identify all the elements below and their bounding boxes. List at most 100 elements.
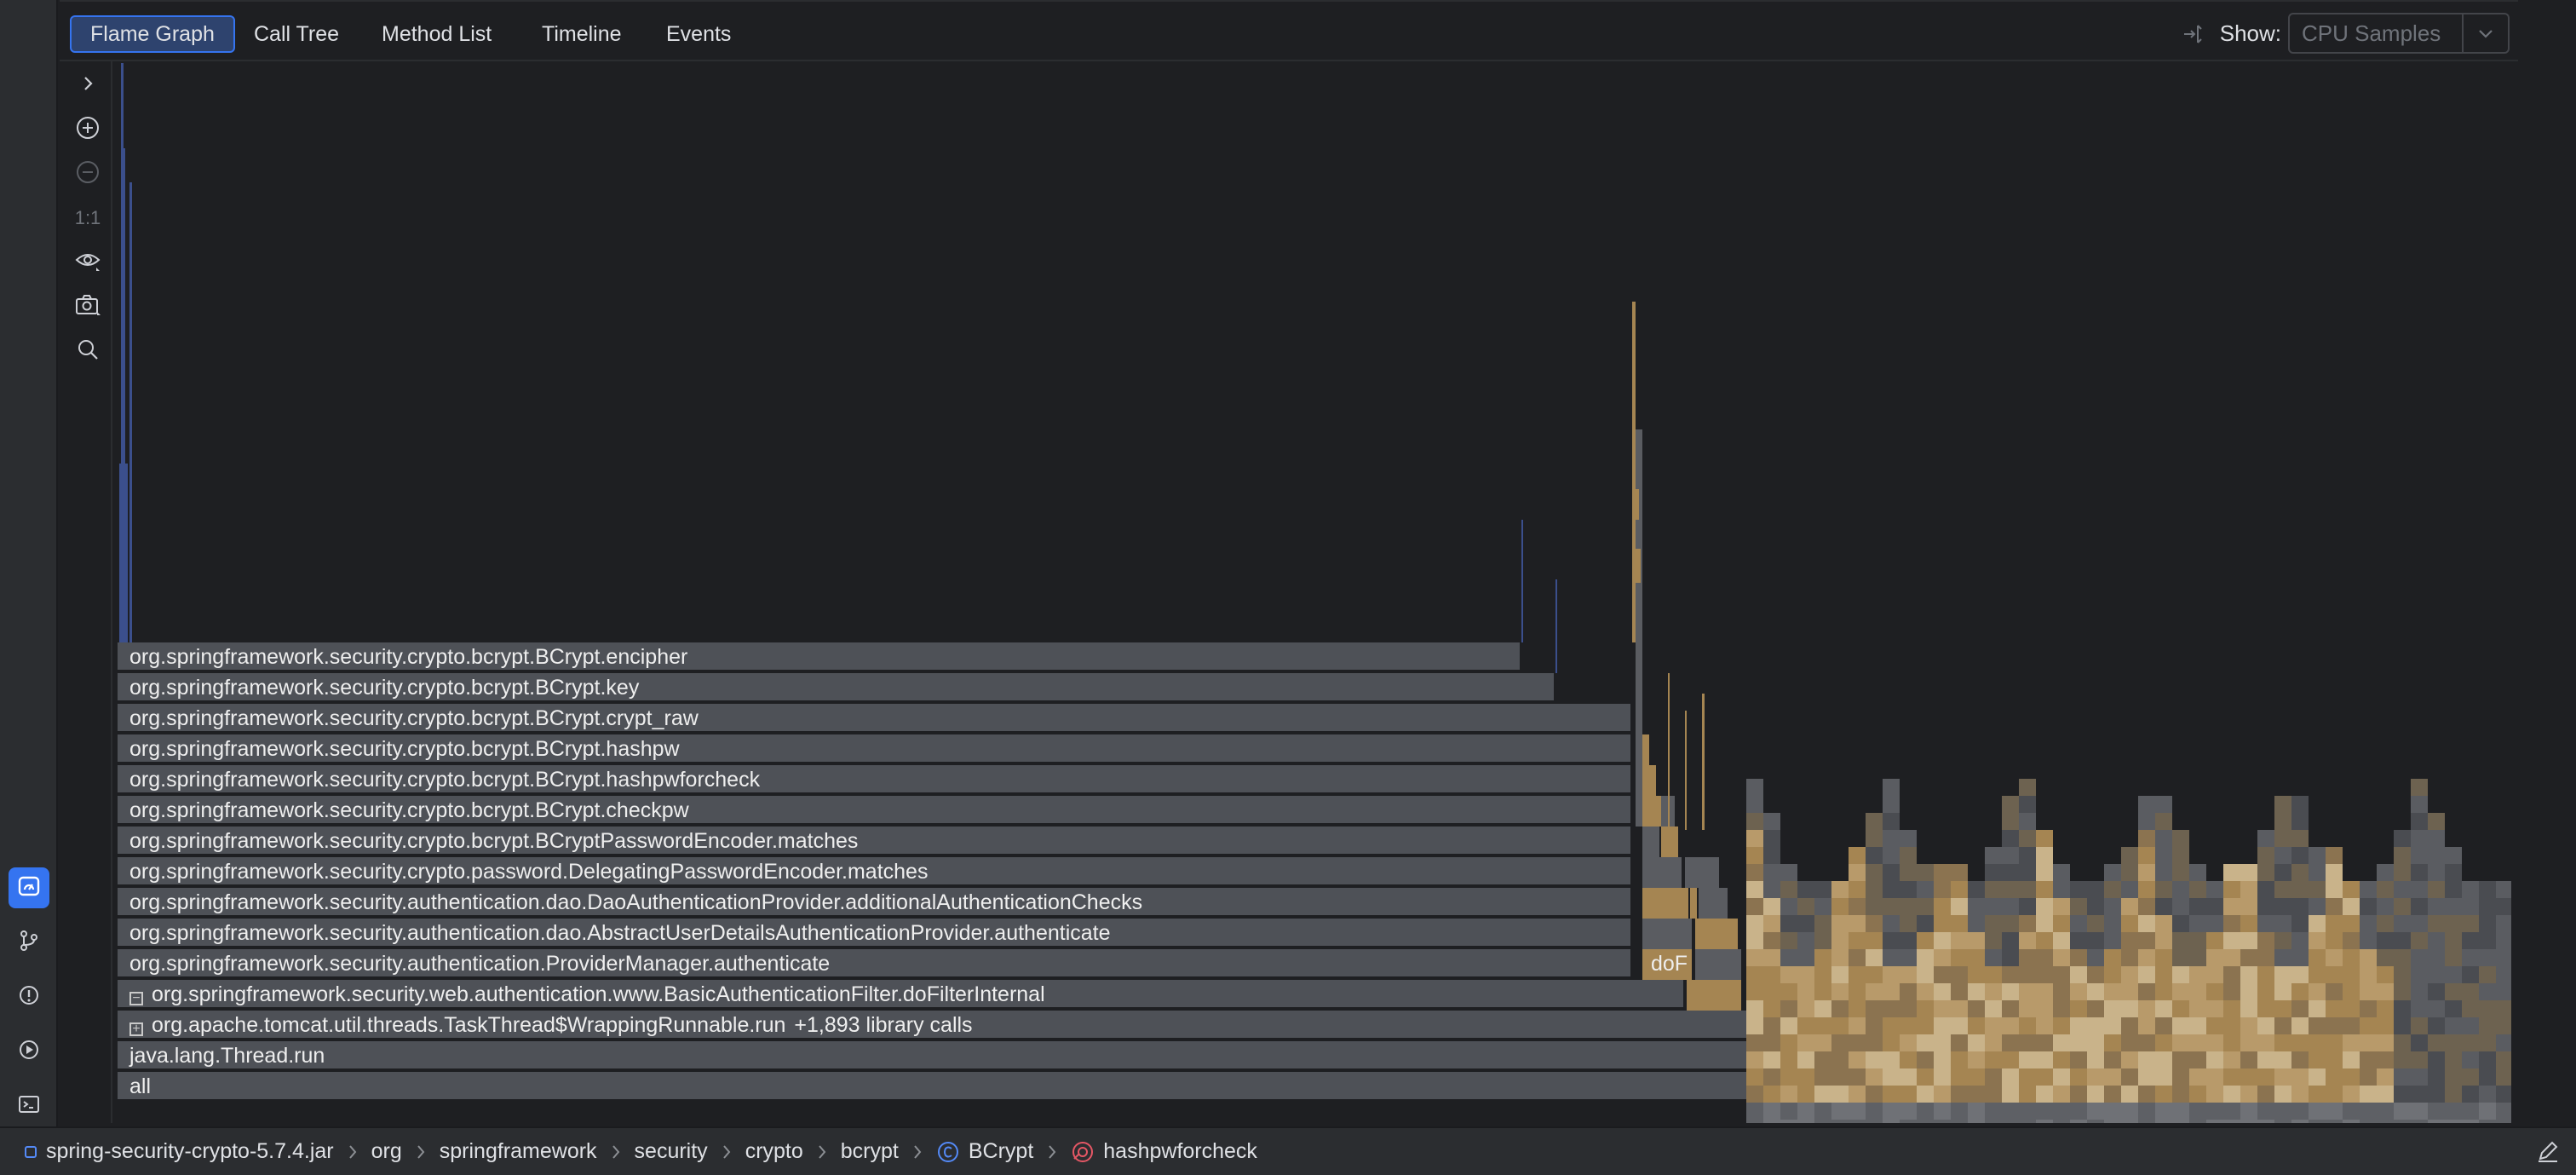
pixelated-region [1746, 711, 2511, 1123]
breadcrumb-item[interactable]: springframework [440, 1139, 597, 1164]
flame-frame-small[interactable] [1695, 919, 1738, 949]
chevron-right-icon [817, 1143, 827, 1161]
screenshot-button[interactable] [65, 288, 111, 325]
flame-frame-small[interactable] [121, 63, 124, 642]
search-button[interactable] [65, 332, 111, 370]
method-recursion-icon [1071, 1140, 1095, 1164]
flame-frame[interactable]: org.springframework.security.authenticat… [118, 888, 1632, 917]
actual-size-label: 1:1 [74, 207, 101, 228]
flame-frame-label: org.springframework.security.authenticat… [129, 921, 1111, 945]
zoom-out-button[interactable] [65, 155, 111, 193]
breadcrumb-label: bcrypt [840, 1139, 899, 1163]
tab-events[interactable]: Events [647, 15, 750, 53]
profiler-tool-button[interactable] [9, 867, 49, 908]
flame-frame[interactable]: org.springframework.security.crypto.bcry… [118, 704, 1632, 733]
flame-frame-label: org.springframework.security.authenticat… [129, 890, 1143, 914]
flame-frame-label: org.springframework.security.web.authent… [152, 982, 1045, 1006]
tab-flame-graph[interactable]: Flame Graph [70, 15, 235, 53]
collapse-arrows-icon[interactable] [2181, 20, 2211, 46]
flame-frame[interactable]: org.springframework.security.crypto.bcry… [118, 642, 1521, 671]
flame-frame-label: org.springframework.security.crypto.bcry… [129, 768, 761, 792]
flame-frame-small[interactable] [1642, 765, 1656, 796]
flame-frame-small[interactable] [1642, 796, 1661, 827]
profiler-panel: Flame Graph Call Tree Method List Timeli… [60, 0, 2518, 1123]
flame-frame[interactable]: org.springframework.security.crypto.bcry… [118, 765, 1632, 794]
profiler-window: Flame Graph Call Tree Method List Timeli… [0, 0, 2576, 1175]
flame-frame-small[interactable] [1668, 673, 1670, 827]
terminal-tool-button[interactable] [9, 1086, 49, 1126]
flame-frame-small[interactable] [1690, 888, 1697, 919]
flame-frame[interactable]: org.springframework.security.crypto.bcry… [118, 673, 1555, 702]
breadcrumb-label: springframework [439, 1139, 597, 1163]
expand-icon[interactable]: + [129, 1022, 143, 1036]
git-tool-button[interactable] [9, 922, 49, 963]
flame-frame-small[interactable] [1661, 827, 1678, 857]
flame-frame-small[interactable] [1685, 711, 1687, 830]
flame-frame-label: org.springframework.security.crypto.bcry… [129, 737, 680, 761]
flame-frame[interactable]: org.springframework.security.crypto.bcry… [118, 796, 1632, 825]
flame-frame-small[interactable] [1699, 888, 1728, 919]
chevron-right-icon [912, 1143, 923, 1161]
breadcrumb-item[interactable]: hashpwforcheck [1071, 1139, 1257, 1164]
show-dropdown[interactable]: CPU Samples [2288, 13, 2510, 54]
breadcrumb-label: hashpwforcheck [1103, 1139, 1257, 1163]
edit-pencil-icon[interactable] [2535, 1138, 2561, 1168]
flame-frame-label: org.springframework.security.crypto.bcry… [129, 676, 640, 700]
breadcrumb-item[interactable]: security [635, 1139, 708, 1164]
breadcrumb-item[interactable]: BCrypt [936, 1139, 1033, 1164]
breadcrumb-item[interactable]: spring-security-crypto-5.7.4.jar [24, 1139, 334, 1164]
show-label: Show: [2219, 20, 2281, 46]
zoom-in-button[interactable] [65, 111, 111, 148]
tab-timeline[interactable]: Timeline [523, 15, 641, 53]
git-branch-icon [17, 929, 41, 957]
flame-frame-label: java.lang.Thread.run [129, 1044, 325, 1068]
flame-frame-small[interactable] [1555, 579, 1557, 673]
eye-icon [74, 249, 101, 277]
chevron-right-icon [611, 1143, 621, 1161]
services-tool-button[interactable] [9, 1031, 49, 1072]
flame-frame-small[interactable] [1642, 919, 1692, 949]
breadcrumb-item[interactable]: bcrypt [841, 1139, 899, 1164]
flame-frame-small[interactable] [1634, 489, 1639, 520]
flame-frame-small[interactable] [1642, 857, 1682, 888]
actual-size-button[interactable]: 1:1 [65, 199, 111, 237]
tab-call-tree[interactable]: Call Tree [235, 15, 358, 53]
flame-graph-canvas[interactable]: org.springframework.security.crypto.bcry… [118, 63, 2511, 1123]
flame-frame-small[interactable] [1702, 694, 1705, 830]
flame-frame-small[interactable] [1642, 734, 1649, 765]
tab-method-list[interactable]: Method List [363, 15, 510, 53]
flame-frame-small[interactable] [1634, 549, 1641, 583]
flame-frame-small[interactable] [129, 182, 132, 642]
flame-frame-label: org.springframework.security.crypto.bcry… [129, 645, 688, 669]
camera-icon [74, 293, 101, 321]
breadcrumb-item[interactable]: crypto [745, 1139, 803, 1164]
flame-frame-small[interactable] [1521, 520, 1523, 642]
breadcrumb-label: spring-security-crypto-5.7.4.jar [46, 1139, 334, 1163]
flame-frame-small[interactable] [1695, 949, 1741, 980]
class-icon [936, 1140, 960, 1164]
flame-frame-small[interactable] [1642, 827, 1659, 857]
flame-frame-label: org.springframework.security.crypto.pass… [129, 860, 929, 884]
flame-frame-small[interactable] [1642, 888, 1688, 919]
flame-frame-label: all [129, 1074, 152, 1098]
flame-frame[interactable]: org.springframework.security.crypto.bcry… [118, 827, 1632, 855]
problems-icon [17, 983, 41, 1011]
visibility-button[interactable] [65, 244, 111, 281]
flame-frame[interactable]: org.springframework.security.crypto.bcry… [118, 734, 1632, 763]
flame-frame[interactable]: org.springframework.security.crypto.pass… [118, 857, 1632, 886]
flame-frame[interactable]: − org.springframework.security.web.authen… [118, 980, 1685, 1009]
breadcrumb-item[interactable]: org [371, 1139, 402, 1164]
show-selector: Show: CPU Samples [2181, 12, 2510, 55]
problems-tool-button[interactable] [9, 976, 49, 1017]
breadcrumb-label: org [371, 1139, 402, 1163]
flame-frame-small[interactable] [1685, 857, 1719, 888]
chevron-right-icon [348, 1143, 358, 1161]
collapse-icon[interactable]: − [129, 992, 143, 1005]
flame-frame-small[interactable] [1687, 980, 1741, 1011]
profiler-gauge-icon [17, 874, 41, 902]
flame-frame[interactable]: org.springframework.security.authenticat… [118, 949, 1632, 978]
chevron-down-icon [2462, 14, 2508, 52]
expand-toolbar-button[interactable] [65, 66, 111, 104]
view-tabs: Flame Graph Call Tree Method List Timeli… [60, 0, 2518, 61]
flame-frame[interactable]: org.springframework.security.authenticat… [118, 919, 1632, 947]
